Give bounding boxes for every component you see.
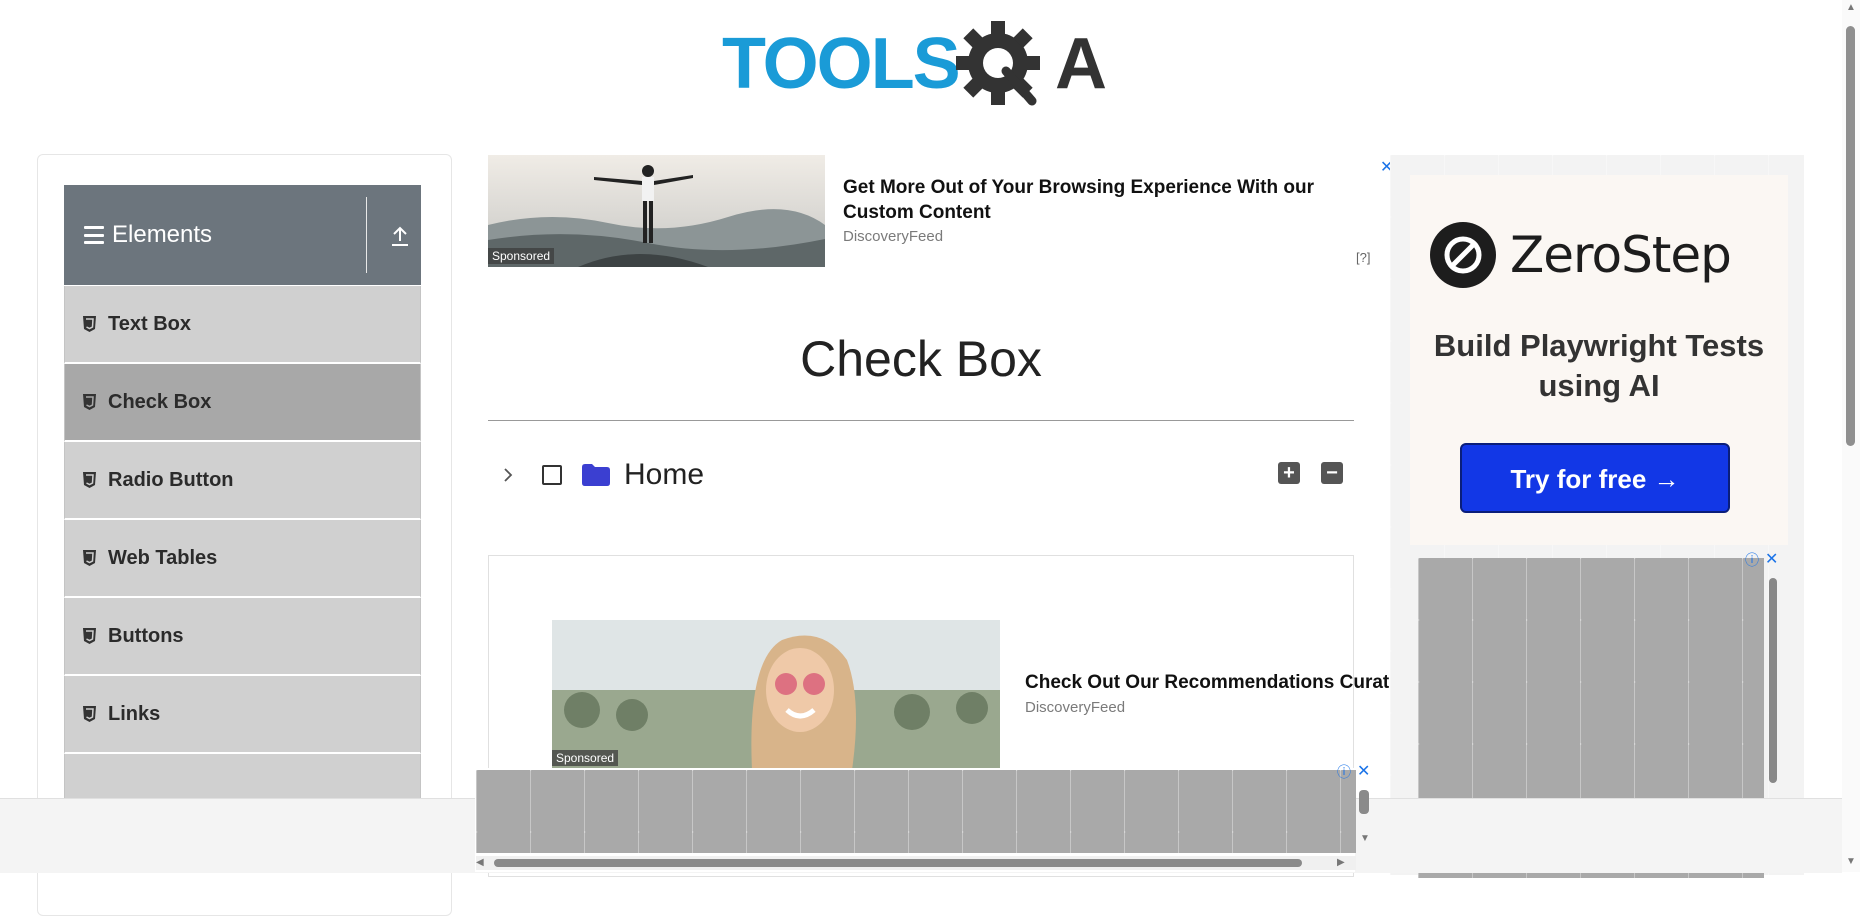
sidebar-item-label: Web Tables [108,546,218,569]
zerostep-logo-icon [1430,222,1496,288]
html5-icon [83,394,96,410]
bottom-ad-scroll-down-icon[interactable]: ▼ [1360,833,1370,844]
ad-top-info[interactable]: [?] [1356,250,1370,265]
woman-photo [552,620,1000,770]
sidebar-item-label: Radio Button [108,468,234,491]
ad-top-title[interactable]: Get More Out of Your Browsing Experience… [843,175,1363,225]
title-divider [488,420,1354,421]
page-scroll-up-icon[interactable]: ▲ [1846,2,1856,13]
zerostep-logo[interactable]: ZeroStep [1430,222,1732,288]
collapse-up-icon[interactable] [390,225,410,247]
html5-icon [83,472,96,488]
elements-group-header[interactable]: Elements [64,185,421,285]
sidebar-item-label: Links [108,702,161,725]
page-title: Check Box [800,331,1042,387]
menu-icon [84,226,104,244]
try-for-free-button[interactable]: Try for free → [1460,443,1730,513]
sponsored-label: Sponsored [488,248,555,264]
bottom-ad-close-icon[interactable]: ✕ [1357,761,1370,781]
html5-icon [83,316,96,332]
page-scrollbar-thumb[interactable] [1846,26,1855,446]
bottom-ad-scroll-left-icon[interactable]: ◀ [476,857,484,868]
toolsqa-logo[interactable]: TOOLS A [720,18,1125,118]
logo-text-a: A [1055,24,1106,104]
gear-icon [956,21,1040,106]
html5-icon [83,628,96,644]
toolsqa-logo-graphic: TOOLS A [722,21,1108,106]
sidebar-item-check-box[interactable]: Check Box [64,364,421,442]
logo-text-tools: TOOLS [722,24,959,104]
ad-bottom-image[interactable]: Sponsored [552,620,1000,770]
ad-top-source[interactable]: DiscoveryFeed [843,228,943,245]
bottom-ad-placeholder[interactable] [476,770,1356,853]
sidebar-item-web-tables[interactable]: Web Tables [64,520,421,598]
sidebar-item-label: Check Box [108,390,212,413]
page-scroll-down-icon[interactable]: ▼ [1846,856,1856,867]
ad-bottom-source[interactable]: DiscoveryFeed [1025,699,1125,716]
group-title: Elements [112,221,213,248]
home-checkbox[interactable] [542,465,562,485]
html5-icon [83,706,96,722]
sidebar-item-radio-button[interactable]: Radio Button [64,442,421,520]
sponsored-label: Sponsored [552,750,619,766]
bottom-ad-info-icon[interactable]: ⓘ [1337,762,1351,782]
bottom-ad-scroll-right-icon[interactable]: ▶ [1337,857,1345,868]
chevron-right-icon[interactable] [500,467,516,483]
sidebar-item-buttons[interactable]: Buttons [64,598,421,676]
sidebar-item-links[interactable]: Links [64,676,421,754]
expand-all-button[interactable]: + [1278,462,1300,484]
tree-node-label[interactable]: Home [624,458,704,492]
header-divider [366,197,367,273]
bottom-ad-vscroll-thumb[interactable] [1359,790,1369,814]
sidebar-item-label: Buttons [108,624,184,647]
tree-node-home: Home [500,455,704,495]
collapse-all-button[interactable]: − [1321,462,1343,484]
sidebar-item-label: Text Box [108,312,191,335]
folder-icon [582,464,610,486]
bottom-ad-hscroll-thumb[interactable] [494,859,1302,867]
sidebar-item-text-box[interactable]: Text Box [64,286,421,364]
right-ad-scrollbar[interactable] [1769,578,1777,783]
html5-icon [83,550,96,566]
ad-bottom-title[interactable]: Check Out Our Recommendations Curated fo… [1025,672,1390,694]
zerostep-brand: ZeroStep [1510,226,1732,284]
right-ad-info-icon[interactable]: ⓘ [1745,550,1759,570]
ad-top-image[interactable]: Sponsored [488,155,825,267]
sidebar-menu: Text Box Check Box Radio Button Web Tabl… [64,286,421,832]
right-ad-close-icon[interactable]: ✕ [1765,549,1778,569]
zerostep-tagline: Build Playwright Tests using AI [1433,328,1765,403]
